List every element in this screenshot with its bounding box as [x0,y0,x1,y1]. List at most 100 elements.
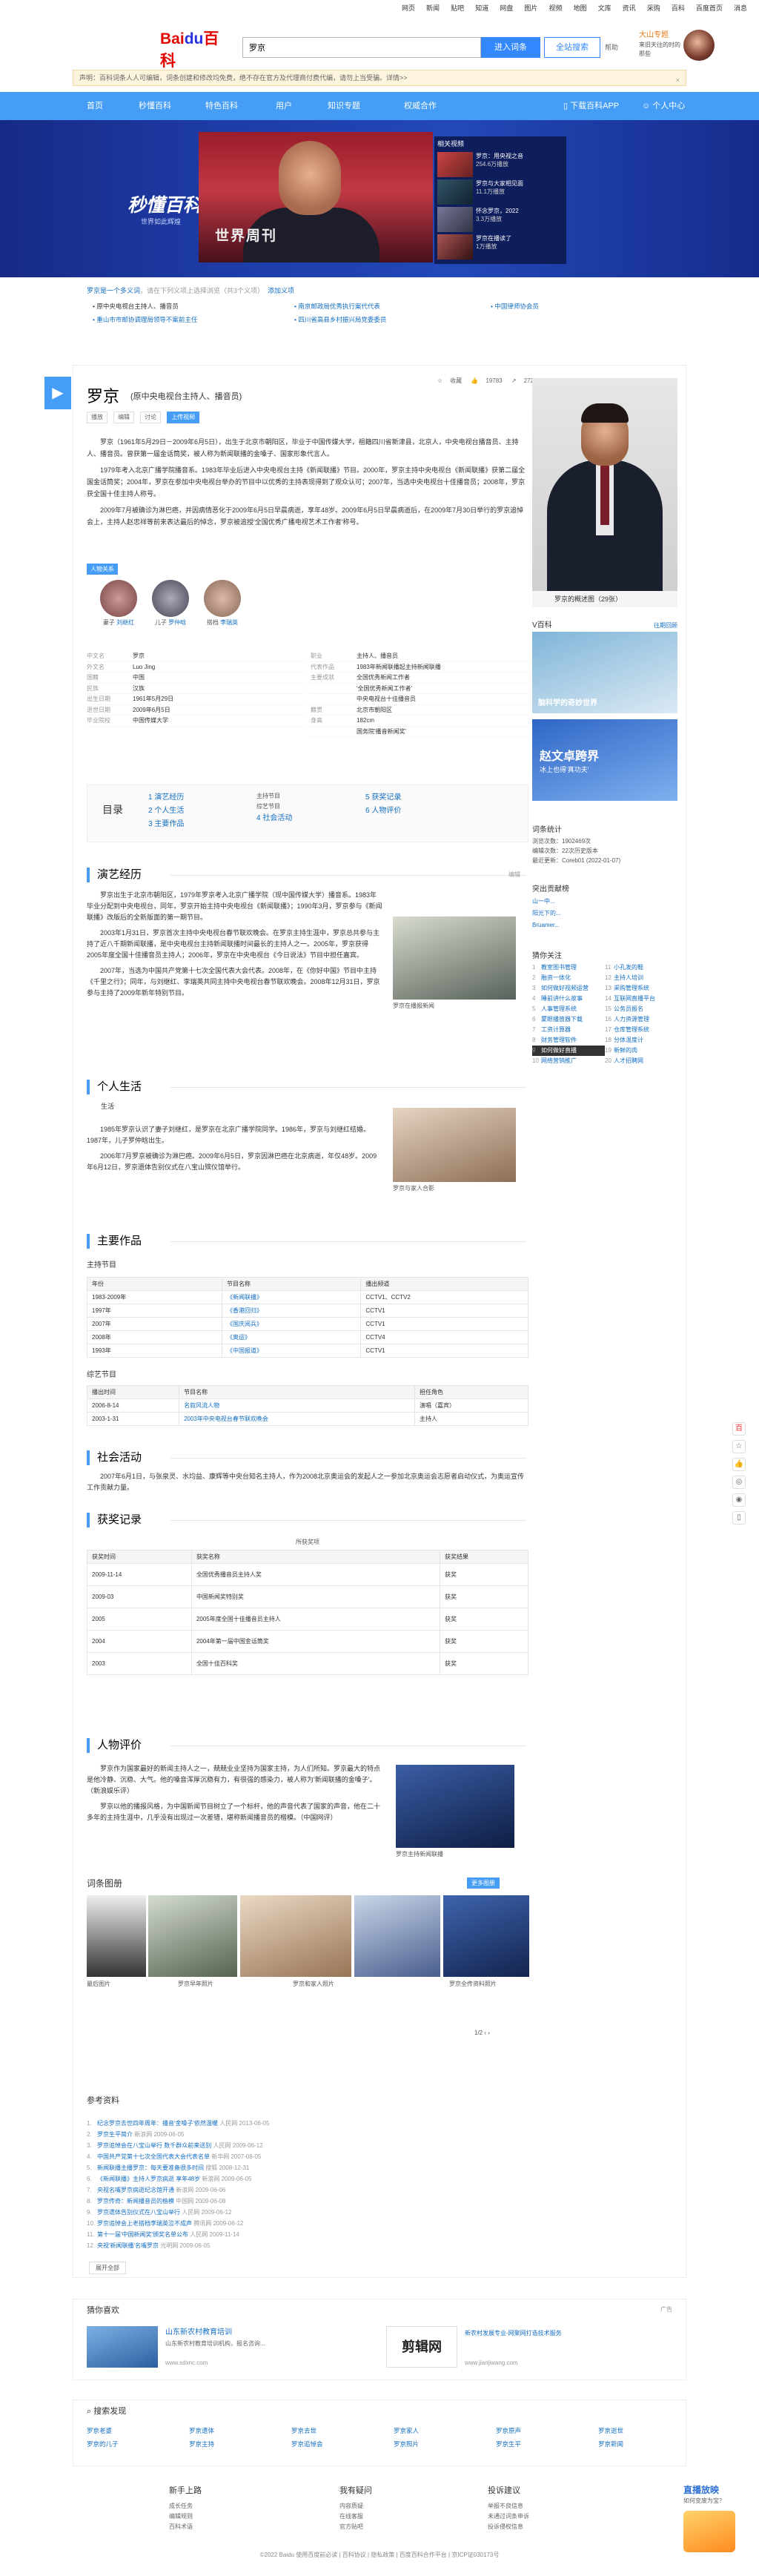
topnav-pan[interactable]: 网盘 [500,0,513,16]
topnav-tieba[interactable]: 贴吧 [451,0,464,16]
nav-miaodong[interactable]: 秒懂百科 [139,92,171,120]
wechat-icon[interactable]: ◎ [732,1476,746,1489]
gallery-image[interactable] [87,1895,146,1977]
reference-item[interactable]: 1. 纪念罗京去世四年周年：播音'金嗓子'依然温暖 人民网 2013-06-05 [87,2118,528,2129]
ref-title[interactable]: 罗京追悼会上老搭档李瑞英泣不成声 [97,2220,192,2227]
reference-item[interactable]: 5. 新闻联播主播罗京：每天要准备很多时间 搜狐 2008-12-31 [87,2162,528,2173]
footer-link[interactable]: 成长任务 [169,2501,288,2511]
weibo-icon[interactable]: ◉ [732,1493,746,1507]
ad-card-zhao[interactable]: 赵文卓跨界 冰上也得'真功夫' [532,719,677,801]
table-cell-link[interactable]: 《奥运》 [222,1330,362,1344]
recommend-item[interactable]: 11 小孔发的鞋 [605,962,677,973]
discover-link[interactable]: 罗京主持 [189,2437,214,2451]
add-sense-link[interactable]: 添加义项 [268,287,294,294]
sense-item[interactable]: • 南京邮政局优秀执行案代代表 [294,303,380,311]
reference-item[interactable]: 9. 罗京遗体告别仪式在八宝山举行 人民网 2009-06-12 [87,2207,528,2218]
star-icon[interactable]: ☆ [732,1440,746,1453]
footer-link[interactable]: 在线客服 [339,2511,458,2522]
recommend-item[interactable]: 16 人力资源管理 [605,1014,677,1025]
topnav-news[interactable]: 新闻 [426,0,440,16]
ref-title[interactable]: 罗京生平简介 [97,2131,133,2138]
ref-title[interactable]: 《新闻联播》主持人罗京病逝 享年48岁 [97,2176,200,2182]
sense-item[interactable]: • 中国律师协会员 [491,303,539,311]
ad-card-science[interactable]: 脑科学的奇妙世界 [532,632,677,713]
expand-references-button[interactable]: 展开全部 [89,2262,126,2275]
recommend-item[interactable]: 8 财务管理软件 [532,1035,605,1046]
footer-link[interactable]: 官方贴吧 [339,2522,458,2532]
baidu-baike-logo[interactable]: Baidu百科 [160,28,222,70]
sense-item[interactable]: • 重山市市邮协调理局领导不案前主任 [93,316,197,325]
footer-link[interactable]: 编辑规则 [169,2511,288,2522]
portrait-photo[interactable] [532,378,677,595]
footer-link[interactable]: 未通过词条申诉 [488,2511,636,2522]
topnav-video[interactable]: 视频 [548,0,562,16]
topnav-wenku[interactable]: 文库 [598,0,611,16]
recommend-item[interactable]: 10 网络营销推广 [532,1056,605,1066]
discover-link[interactable]: 罗京家人 [394,2424,419,2437]
footer-link[interactable]: 投诉侵权信息 [488,2522,636,2532]
recommend-item[interactable]: 14 互联网直播平台 [605,994,677,1004]
help-link[interactable]: 帮助 [605,43,618,53]
site-search-button[interactable]: 全站搜索 [544,37,600,58]
contributor-item[interactable]: Bruamer... [532,919,677,931]
ref-title[interactable]: 央视名嘴罗京病逝纪念馆开通 [97,2187,174,2193]
career-photo-box[interactable]: 罗京在播报新闻 [393,917,516,1010]
table-cell-link[interactable]: 《香港回归》 [222,1304,362,1318]
relation-person[interactable]: 妻子 刘继红 [95,580,142,627]
album-link[interactable]: 罗京的概述图（29张） [532,591,677,607]
user-name[interactable]: 大山专题 [639,30,669,41]
close-icon[interactable]: × [676,73,680,87]
relation-person[interactable]: 儿子 罗仲晗 [147,580,194,627]
reference-item[interactable]: 3. 罗京追悼会在八宝山举行 数千群众前来送别 人民网 2009-06-12 [87,2140,528,2151]
topnav-web[interactable]: 网页 [402,0,415,16]
ref-title[interactable]: 罗京传奇：新闻播音员的楷模 [97,2198,174,2205]
toc-subitem[interactable]: 主持节目 [256,791,292,802]
recommend-item[interactable]: 20 人才招聘网 [605,1056,677,1066]
play-button[interactable]: 播放 [87,412,107,423]
reference-item[interactable]: 10. 罗京追悼会上老搭档李瑞英泣不成声 腾讯网 2009-06-12 [87,2218,528,2229]
contributor-item[interactable]: 山一中... [532,896,677,908]
ref-title[interactable]: 纪念罗京去世四年周年：播音'金嗓子'依然温暖 [97,2120,218,2127]
topnav-messages[interactable]: 消息 [734,0,747,16]
reference-item[interactable]: 6. 《新闻联播》主持人罗京病逝 享年48岁 新浪网 2009-06-05 [87,2173,528,2184]
table-cell-link[interactable]: 《国庆阅兵》 [222,1317,362,1331]
discover-link[interactable]: 罗京追悼会 [291,2437,323,2451]
discover-link[interactable]: 罗京原声 [496,2424,521,2437]
topnav-caigou[interactable]: 采购 [647,0,660,16]
discover-link[interactable]: 罗京的儿子 [87,2437,119,2451]
ref-title[interactable]: 央视'新闻联播'名嘴罗京 [97,2242,159,2249]
upload-video-button[interactable]: 上传视频 [167,412,200,423]
recommend-right-desc[interactable]: 新农村发展专业-网聚网打造技术服务 [465,2329,672,2337]
reference-item[interactable]: 11. 第十一届'中国新闻奖'颁奖名单公布 人民网 2009-11-14 [87,2229,528,2240]
toc-item[interactable]: 6 人物评价 [365,805,401,818]
star-icon[interactable]: ☆ [437,377,443,384]
toc-subitem[interactable]: 综艺节目 [256,802,292,812]
recommend-item[interactable]: 5 人事管理系统 [532,1004,605,1014]
recommend-item[interactable]: 15 公务员报名 [605,1004,677,1014]
main-video-player[interactable]: 世界周刊 [199,132,433,262]
discover-link[interactable]: 罗京生平 [496,2437,521,2451]
life-photo-box[interactable]: 罗京与家人合影 [393,1108,516,1192]
toc-item[interactable]: 5 获奖记录 [365,791,401,805]
discover-link[interactable]: 罗京逝世 [598,2424,623,2437]
chevron-right-icon[interactable]: › [488,2030,490,2036]
reference-item[interactable]: 12. 央视'新闻联播'名嘴罗京 光明网 2009-06-05 [87,2240,528,2251]
related-video-item[interactable]: 罗京与大家相见面 11.1万播放 [437,179,563,205]
recommend-item[interactable]: 13 采购管理系统 [605,983,677,994]
recommend-item-highlight[interactable]: 9 如何做好直播 [532,1046,605,1056]
recommend-item[interactable]: 12 主持人培训 [605,973,677,983]
polysemy-link[interactable]: 罗京是一个多义词 [87,287,140,294]
topnav-baike[interactable]: 百科 [672,0,685,16]
footer-link[interactable]: 百科术语 [169,2522,288,2532]
recommend-item[interactable]: 1 教室图书管理 [532,962,605,973]
chevron-left-icon[interactable]: ‹ [484,2030,486,2036]
toc-item[interactable]: 2 个人生活 [148,805,184,818]
table-cell-link[interactable]: 2003年中央电视台春节联欢晚会 [179,1412,416,1426]
nav-special[interactable]: 特色百科 [205,92,238,120]
recommend-item[interactable]: 6 蒙眼播放器下载 [532,1014,605,1025]
section-edit-link[interactable]: 编辑 [508,871,520,879]
toc-item[interactable]: 3 主要作品 [148,818,184,831]
recommend-right-image[interactable]: 剪辑网 [386,2326,457,2368]
reference-item[interactable]: 2. 罗京生平简介 新浪网 2009-06-05 [87,2129,528,2140]
relation-name[interactable]: 刘继红 [116,619,134,626]
